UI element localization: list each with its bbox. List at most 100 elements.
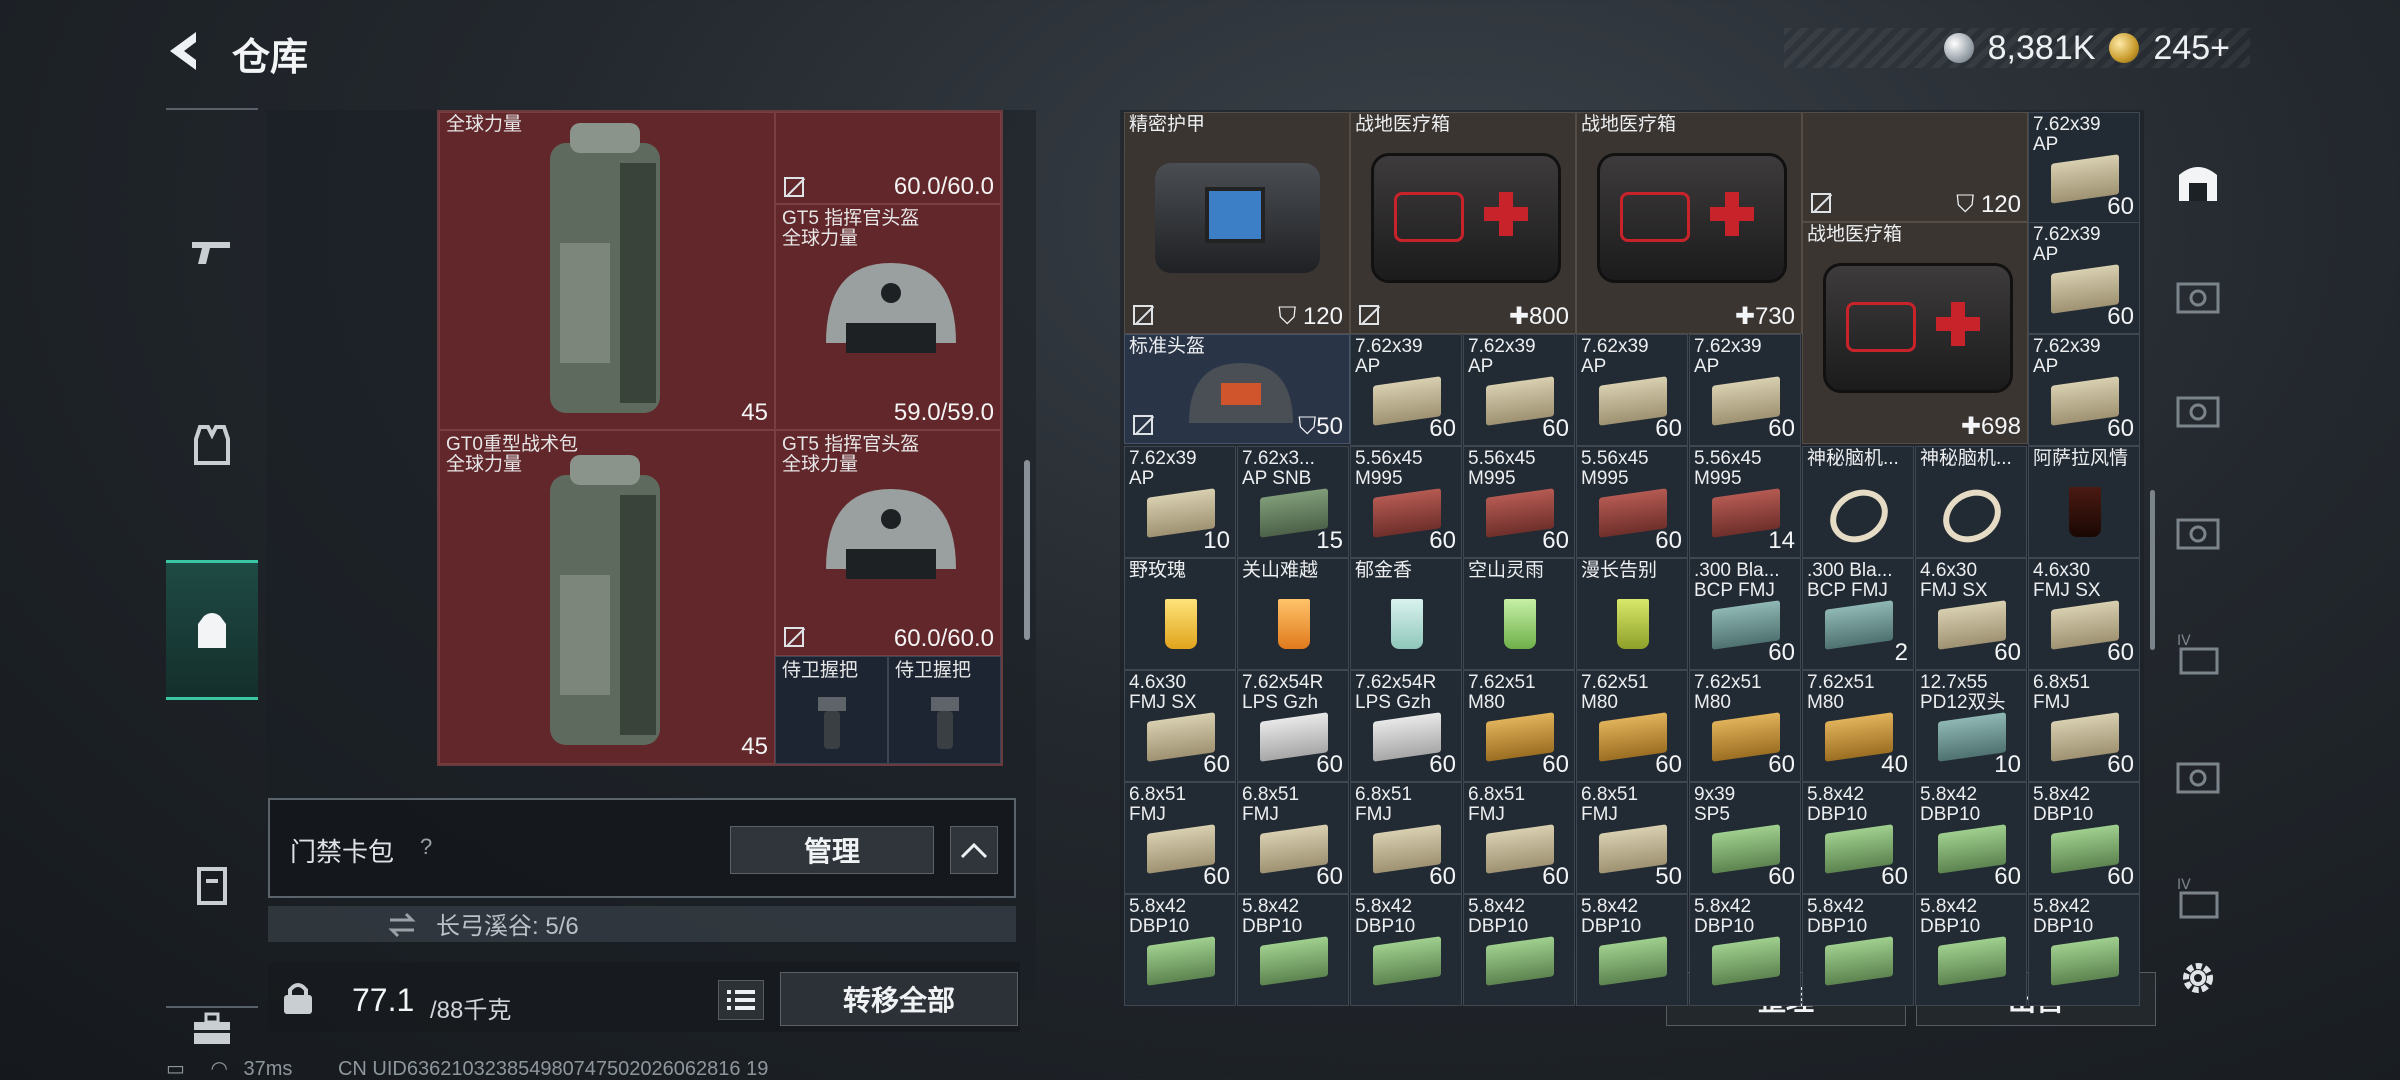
inventory-cell[interactable]: 6.8x51 FMJ 60 [1463,782,1575,894]
inventory-cell[interactable]: 5.56x45 M995 14 [1689,446,1801,558]
inventory-cell[interactable]: 5.8x42 DBP10 [1124,894,1236,1006]
inventory-cell[interactable]: 4.6x30 FMJ SX 60 [1124,670,1236,782]
drink-image [1278,599,1310,649]
inventory-cell[interactable]: 5.8x42 DBP10 [1350,894,1462,1006]
item-helmet[interactable]: GT5 指挥官头盔 全球力量 59.0/59.0 [775,204,1001,430]
back-arrow-icon[interactable] [162,28,208,74]
inventory-cell[interactable]: 阿萨拉风情 [2028,446,2140,558]
tab-case-iv-1[interactable]: IV [2166,622,2230,686]
item-grip[interactable]: 侍卫握把 [775,656,888,764]
lock-icon[interactable] [280,980,316,1016]
list-view-button[interactable] [718,980,764,1020]
inventory-cell[interactable]: 5.56x45 M995 60 [1463,446,1575,558]
keycard-sub-bar [268,906,1016,942]
inventory-cell[interactable]: 郁金香 [1350,558,1462,670]
inventory-cell[interactable]: 9x39 SP5 60 [1689,782,1801,894]
tab-case-iv-2[interactable]: IV [2166,866,2230,930]
inventory-cell[interactable]: 7.62x51 M80 60 [1689,670,1801,782]
inventory-cell[interactable]: .300 Bla... BCP FMJ 2 [1802,558,1914,670]
tab-backpack[interactable] [2166,150,2230,214]
inventory-cell[interactable]: .300 Bla... BCP FMJ 60 [1689,558,1801,670]
item-sub-label: M80 [1468,692,1505,713]
item-count: 60 [1542,415,1569,442]
inventory-cell[interactable]: 7.62x39 AP 10 [1124,446,1236,558]
inventory-cell[interactable]: 7.62x39 AP 60 [1463,334,1575,446]
inventory-cell[interactable]: 4.6x30 FMJ SX 60 [1915,558,2027,670]
tab-case-3[interactable] [2166,500,2230,564]
item-helmet-partial[interactable]: 60.0/60.0 [775,112,1001,204]
inventory-cell[interactable]: 5.8x42 DBP10 [1689,894,1801,1006]
inventory-cell[interactable]: 6.8x51 FMJ 60 [1124,782,1236,894]
inventory-cell[interactable]: 5.8x42 DBP10 60 [1802,782,1914,894]
manage-button[interactable]: 管理 [730,826,934,874]
inventory-cell[interactable]: 5.56x45 M995 60 [1576,446,1688,558]
item-name: 侍卫握把 [895,660,972,681]
item-sub-label: FMJ [1242,804,1279,825]
inventory-cell[interactable]: 7.62x3... AP SNB 15 [1237,446,1349,558]
right-scrollbar[interactable] [2150,490,2155,650]
sidebar-item-weapons[interactable] [166,206,258,296]
item-medkit[interactable]: 战地医疗箱 ✚800 [1350,112,1576,334]
item-armor[interactable]: 精密护甲 ⛉ 120 [1124,112,1350,334]
inventory-cell[interactable]: 空山灵雨 [1463,558,1575,670]
inventory-cell[interactable]: 7.62x39 AP 60 [2028,334,2140,446]
inventory-cell[interactable]: 5.8x42 DBP10 60 [1915,782,2027,894]
inventory-cell[interactable]: 7.62x39 AP 60 [1576,334,1688,446]
sidebar-item-vest[interactable] [166,400,258,490]
inventory-cell[interactable]: 7.62x54R LPS Gzh 60 [1237,670,1349,782]
collapse-button[interactable] [950,826,998,874]
item-name: 7.62x3... [1242,448,1315,469]
inventory-cell[interactable]: 漫长告别 [1576,558,1688,670]
item-grip[interactable]: 侍卫握把 [888,656,1001,764]
tab-case-2[interactable] [2166,378,2230,442]
inventory-cell[interactable]: 4.6x30 FMJ SX 60 [2028,558,2140,670]
ammo-box-image [2051,936,2119,986]
inventory-cell[interactable]: 野玫瑰 [1124,558,1236,670]
sidebar-item-pouch[interactable] [166,840,258,930]
backpack-image [550,123,660,413]
item-armor-partial[interactable]: ⛉ 120 [1802,112,2028,222]
transfer-all-button[interactable]: 转移全部 [780,972,1018,1026]
inventory-cell[interactable]: 7.62x39 AP 60 [1350,334,1462,446]
inventory-cell[interactable]: 神秘脑机... [1802,446,1914,558]
help-icon[interactable]: ? [420,834,432,860]
inventory-cell[interactable]: 5.56x45 M995 60 [1350,446,1462,558]
no-repair-icon [1133,305,1153,325]
inventory-cell[interactable]: 7.62x51 M80 60 [1463,670,1575,782]
inventory-cell[interactable]: 7.62x39 AP 60 [2028,112,2140,224]
inventory-cell[interactable]: 5.8x42 DBP10 60 [2028,782,2140,894]
inventory-cell[interactable]: 7.62x51 M80 60 [1576,670,1688,782]
inventory-cell[interactable]: 7.62x54R LPS Gzh 60 [1350,670,1462,782]
inventory-cell[interactable]: 7.62x39 AP 60 [2028,222,2140,334]
inventory-cell[interactable]: 5.8x42 DBP10 [1915,894,2027,1006]
settings-button[interactable] [2166,946,2230,1010]
item-medkit[interactable]: 战地医疗箱 ✚698 [1802,222,2028,444]
inventory-cell[interactable]: 5.8x42 DBP10 [1463,894,1575,1006]
item-backpack[interactable]: GT0重型战术包 全球力量 45 [439,430,775,764]
inventory-cell[interactable]: 6.8x51 FMJ 50 [1576,782,1688,894]
gold-amount[interactable]: 245+ [2153,29,2230,68]
inventory-cell[interactable]: 5.8x42 DBP10 [1237,894,1349,1006]
inventory-cell[interactable]: 神秘脑机... [1915,446,2027,558]
inventory-cell[interactable]: 5.8x42 DBP10 [1576,894,1688,1006]
inventory-cell[interactable]: 6.8x51 FMJ 60 [1237,782,1349,894]
item-helmet[interactable]: GT5 指挥官头盔 全球力量 60.0/60.0 [775,430,1001,656]
inventory-cell[interactable]: 6.8x51 FMJ 60 [2028,670,2140,782]
tab-case-4[interactable] [2166,744,2230,808]
inventory-cell[interactable]: 关山难越 [1237,558,1349,670]
item-sub-label: M995 [1355,468,1403,489]
inventory-cell[interactable]: 6.8x51 FMJ 60 [1350,782,1462,894]
sidebar-item-backpack[interactable] [166,560,258,700]
inventory-cell[interactable]: 7.62x39 AP 60 [1689,334,1801,446]
item-backpack[interactable]: 全球力量 45 [439,112,775,430]
inventory-cell[interactable]: 5.8x42 DBP10 [1802,894,1914,1006]
inventory-cell[interactable]: 5.8x42 DBP10 [2028,894,2140,1006]
item-medkit[interactable]: 战地医疗箱 ✚730 [1576,112,1802,334]
sidebar-divider-bottom [166,1006,258,1008]
inventory-cell[interactable]: 7.62x51 M80 40 [1802,670,1914,782]
item-count: 40 [1881,751,1908,778]
left-scrollbar[interactable] [1024,460,1030,640]
item-standard-helmet[interactable]: 标准头盔 ⛉50 [1124,334,1350,444]
tab-case-1[interactable] [2166,264,2230,328]
inventory-cell[interactable]: 12.7x55 PD12双头 10 [1915,670,2027,782]
